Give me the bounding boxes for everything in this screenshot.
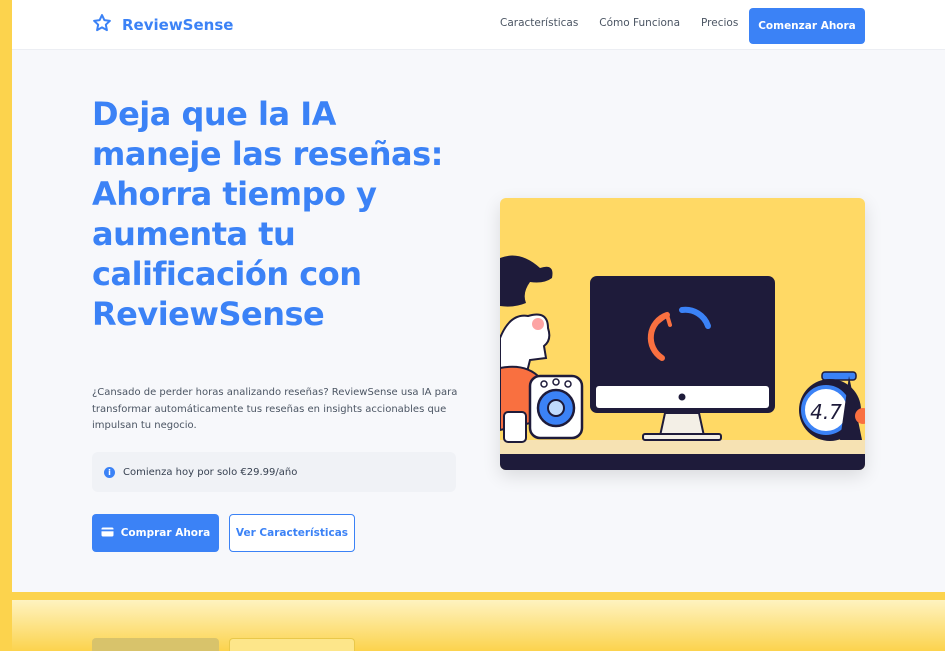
- next-section-button-ghost: [92, 638, 219, 651]
- nav-link-pricing[interactable]: Precios: [701, 17, 738, 29]
- pricing-info-box: i Comienza hoy por solo €29.99/año: [92, 452, 456, 492]
- nav-link-features[interactable]: Características: [500, 17, 578, 29]
- hero-description: ¿Cansado de perder horas analizando rese…: [92, 387, 458, 431]
- hero-title-line: calificación con: [92, 255, 362, 293]
- star-icon: [92, 13, 112, 37]
- rating-value: 4.7: [810, 400, 842, 424]
- hero-title-line: ReviewSense: [92, 295, 325, 333]
- next-section-button-ghost: [229, 638, 355, 651]
- hero-title-line: Deja que la IA: [92, 95, 336, 133]
- buy-now-button[interactable]: Comprar Ahora: [92, 514, 219, 552]
- nav-link-how-it-works[interactable]: Cómo Funciona: [599, 17, 680, 29]
- pricing-info-text: Comienza hoy por solo €29.99/año: [123, 466, 298, 478]
- page: ReviewSense Características Cómo Funcion…: [12, 0, 945, 592]
- start-now-button[interactable]: Comenzar Ahora: [749, 8, 865, 44]
- info-icon: i: [104, 466, 115, 478]
- hero-illustration: 4.7: [500, 198, 865, 470]
- hero-title-line: aumenta tu: [92, 215, 296, 253]
- navbar: ReviewSense Características Cómo Funcion…: [12, 0, 945, 50]
- hero-title-line: Ahorra tiempo y: [92, 175, 377, 213]
- hero-title-line: maneje las reseñas:: [92, 135, 443, 173]
- hero-title: Deja que la IA maneje las reseñas: Ahorr…: [92, 94, 462, 334]
- view-features-button[interactable]: Ver Características: [229, 514, 355, 552]
- brand-logo[interactable]: ReviewSense: [92, 12, 233, 38]
- buy-now-label: Comprar Ahora: [120, 527, 211, 539]
- nav-links: Características Cómo Funciona Precios: [500, 17, 738, 29]
- brand-name: ReviewSense: [122, 16, 234, 34]
- credit-card-icon: [101, 527, 114, 540]
